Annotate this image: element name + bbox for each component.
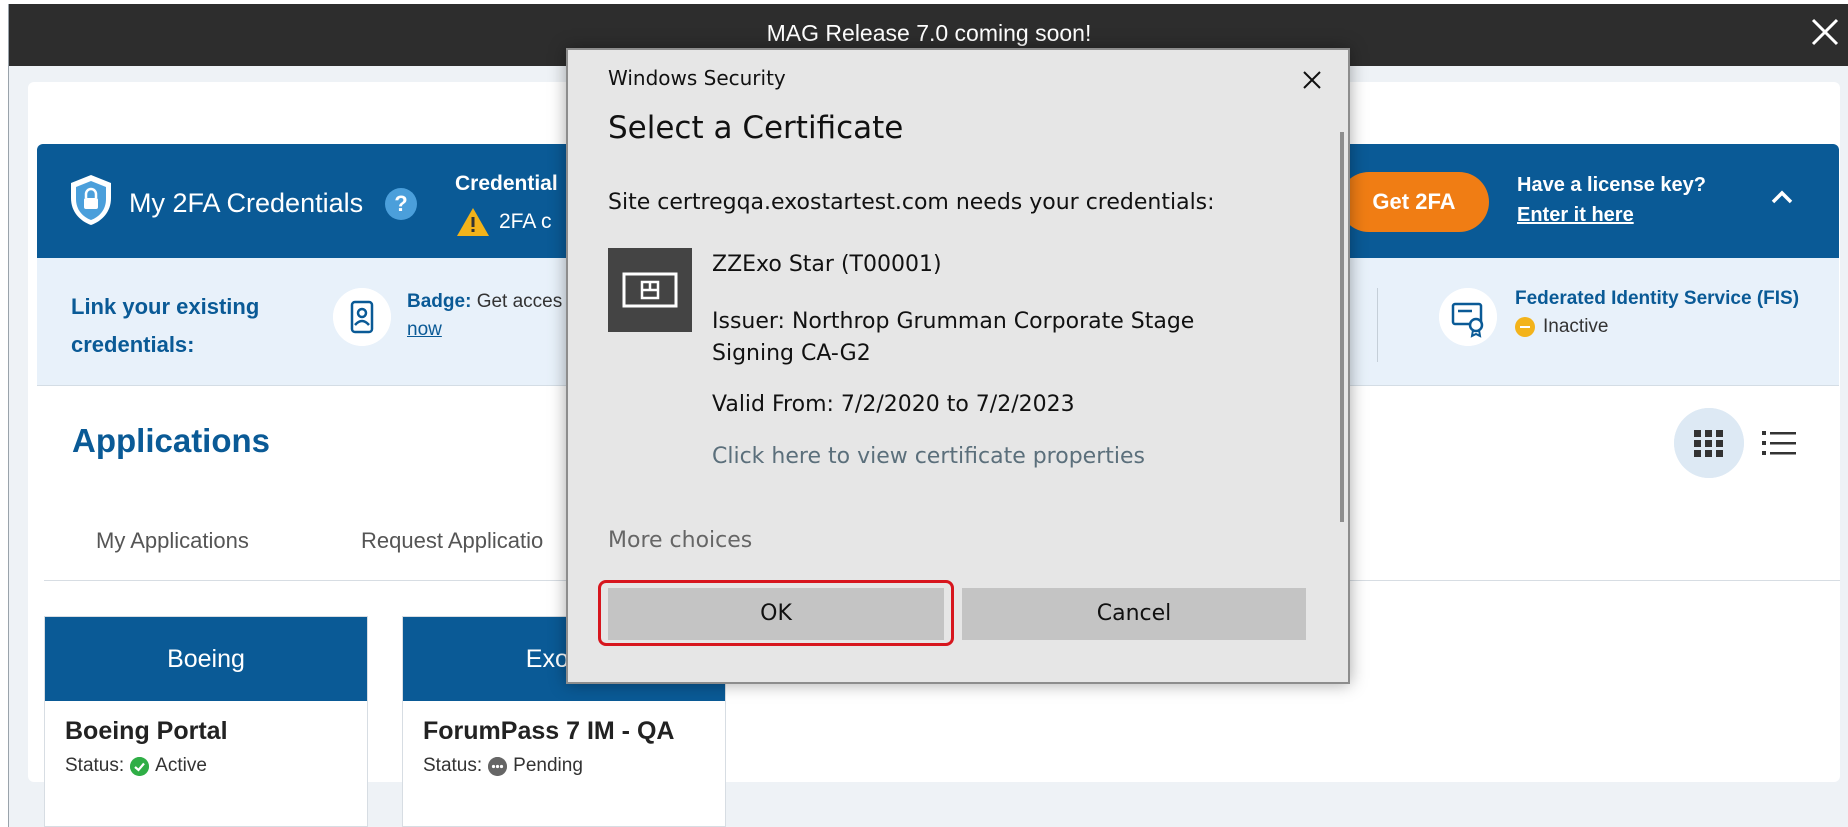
dialog-heading: Select a Certificate	[608, 110, 904, 146]
certificate-issuer: Issuer: Northrop Grumman Corporate Stage…	[712, 309, 1195, 366]
credential-warning: 2FA c	[455, 206, 552, 238]
close-icon[interactable]	[1298, 66, 1326, 94]
credential-label: Credential	[455, 172, 558, 195]
certificate-dialog: Windows Security Select a Certificate Si…	[566, 48, 1350, 684]
help-icon[interactable]: ?	[385, 188, 417, 220]
ok-button[interactable]: OK	[608, 588, 944, 640]
app-card-name: ForumPass 7 IM - QA	[423, 717, 675, 745]
warning-text: 2FA c	[499, 210, 552, 233]
pending-icon	[488, 756, 508, 776]
banner-text: MAG Release 7.0 coming soon!	[766, 20, 1092, 46]
certificate-icon[interactable]	[608, 248, 692, 332]
certificate-validity: Valid From: 7/2/2020 to 7/2/2023	[712, 392, 1075, 417]
divider	[1377, 288, 1378, 362]
status-label: Status:	[423, 755, 483, 776]
2fa-title: My 2FA Credentials	[129, 188, 364, 218]
app-card[interactable]: Boeing Boeing Portal Status: Active	[44, 616, 368, 827]
license-key-question: Have a license key?	[1517, 174, 1707, 196]
certificate-name[interactable]: ZZExo Star (T00001)	[712, 252, 942, 277]
badge-link[interactable]: now	[407, 319, 442, 340]
tab-my-applications[interactable]: My Applications	[96, 528, 249, 554]
status-label: Status:	[65, 755, 125, 776]
tab-request-applications[interactable]: Request Applicatio	[361, 528, 543, 554]
status-value: Pending	[513, 755, 583, 776]
applications-title: Applications	[72, 422, 271, 459]
enter-license-link[interactable]: Enter it here	[1517, 204, 1634, 227]
cancel-button[interactable]: Cancel	[962, 588, 1306, 640]
badge-option[interactable]: Badge: Get acces now	[407, 288, 562, 344]
scrollbar[interactable]	[1340, 132, 1344, 522]
fis-status: Inactive	[1515, 316, 1608, 338]
app-card-name: Boeing Portal	[65, 717, 228, 745]
chevron-up-icon[interactable]	[1767, 182, 1797, 212]
list-view-icon[interactable]	[1762, 426, 1796, 460]
badge-label: Badge:	[407, 291, 472, 312]
check-circle-icon	[130, 756, 150, 776]
warning-icon	[457, 208, 489, 236]
fis-status-text: Inactive	[1543, 316, 1609, 337]
app-card-header: Boeing	[45, 617, 367, 701]
certificate-properties-link[interactable]: Click here to view certificate propertie…	[712, 444, 1145, 469]
site-message: Site certregqa.exostartest.com needs you…	[608, 190, 1215, 215]
badge-icon	[333, 288, 391, 346]
badge-description: Get acces	[476, 291, 563, 312]
inactive-status-icon	[1515, 317, 1535, 337]
shield-lock-icon	[71, 175, 111, 225]
more-choices-link[interactable]: More choices	[608, 528, 752, 553]
app-card-status: Status: Active	[65, 755, 207, 777]
app-card-status: Status: Pending	[423, 755, 583, 777]
grid-view-icon[interactable]	[1674, 408, 1744, 478]
close-icon[interactable]	[1807, 14, 1843, 50]
dialog-caption: Windows Security	[608, 66, 786, 90]
status-value: Active	[155, 755, 207, 776]
get-2fa-button[interactable]: Get 2FA	[1339, 172, 1489, 232]
fis-title[interactable]: Federated Identity Service (FIS)	[1515, 288, 1799, 310]
fis-certificate-icon	[1439, 288, 1497, 346]
link-credentials-title: Link your existing credentials:	[71, 294, 260, 357]
